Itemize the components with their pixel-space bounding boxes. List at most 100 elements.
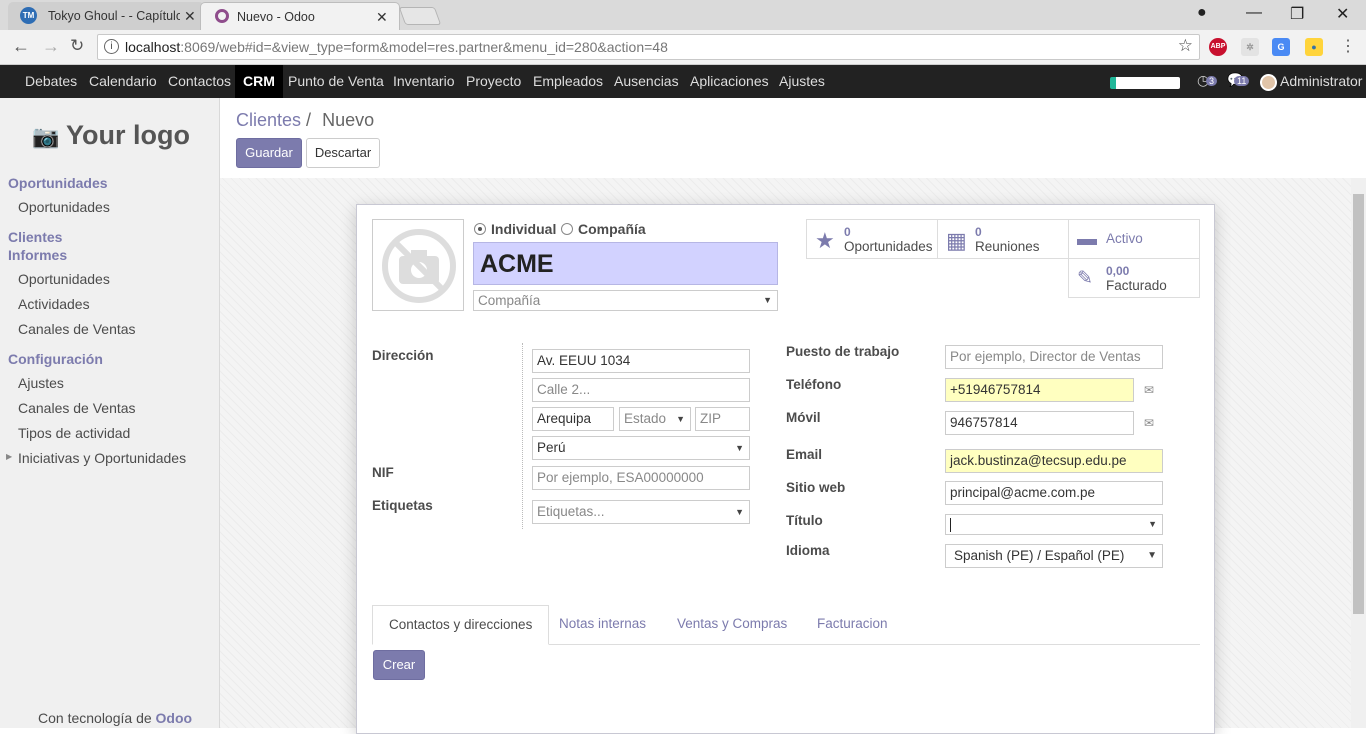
pencil-square-icon: ✎ xyxy=(1077,268,1093,289)
back-arrow-icon[interactable]: ← xyxy=(12,36,30,57)
url-host: localhost xyxy=(125,39,181,55)
vat-input[interactable]: Por ejemplo, ESA00000000 xyxy=(532,466,750,490)
menu-debates[interactable]: Debates xyxy=(17,65,85,98)
zip-input[interactable]: ZIP xyxy=(695,407,750,431)
info-icon[interactable]: i xyxy=(104,39,119,54)
meetings-label: Reuniones xyxy=(975,239,1040,254)
restore-icon[interactable]: ❐ xyxy=(1290,4,1304,24)
bookmark-star-icon[interactable]: ☆ xyxy=(1178,36,1193,56)
radio-individual[interactable]: Individual xyxy=(474,221,556,237)
odoo-favicon-icon xyxy=(215,9,229,23)
menu-ajustes[interactable]: Ajustes xyxy=(771,65,833,98)
reload-icon[interactable]: ↻ xyxy=(70,36,84,56)
sidebar-item-config-canales-de-ventas[interactable]: Canales de Ventas xyxy=(18,400,136,416)
sidebar-item-canales-de-ventas[interactable]: Canales de Ventas xyxy=(18,321,136,337)
url-text: localhost:8069/web#id=&view_type=form&mo… xyxy=(125,39,668,55)
close-tab-icon[interactable]: ✕ xyxy=(184,2,196,30)
company-logo[interactable]: Your logo xyxy=(66,120,190,151)
main-content: Clientes / Nuevo Guardar Descartar Indiv… xyxy=(220,98,1366,734)
odoo-main-menu: Debates Calendario Contactos CRM Punto d… xyxy=(0,65,1366,98)
company-select[interactable]: Compañía ▼ xyxy=(473,290,778,311)
sidebar-heading-configuracion[interactable]: Configuración xyxy=(8,351,103,367)
profile-icon[interactable]: ● xyxy=(1197,4,1207,22)
sidebar-item-actividades[interactable]: Actividades xyxy=(18,296,90,312)
invoiced-label: Facturado xyxy=(1106,278,1167,293)
mobile-input[interactable]: 946757814 xyxy=(945,411,1134,435)
sidebar-heading-clientes[interactable]: Clientes xyxy=(8,229,62,245)
tags-label: Etiquetas xyxy=(372,498,433,513)
invoiced-stat-button[interactable]: ✎ 0,00 Facturado xyxy=(1068,258,1200,298)
send-sms-icon[interactable]: ✉ xyxy=(1144,383,1154,397)
save-button[interactable]: Guardar xyxy=(236,138,302,168)
country-select[interactable]: Perú ▼ xyxy=(532,436,750,460)
menu-punto-de-venta[interactable]: Punto de Venta xyxy=(280,65,392,98)
sidebar-item-ajustes[interactable]: Ajustes xyxy=(18,375,64,391)
menu-crm[interactable]: CRM xyxy=(235,65,283,98)
tags-select[interactable]: Etiquetas... ▼ xyxy=(532,500,750,524)
language-select[interactable]: Spanish (PE) / Español (PE) ▼ xyxy=(945,544,1163,568)
url-input[interactable]: i localhost:8069/web#id=&view_type=form&… xyxy=(97,34,1200,60)
new-tab-button[interactable] xyxy=(398,7,442,25)
sidebar-item-oportunidades[interactable]: Oportunidades xyxy=(18,199,110,215)
tab-notas-internas[interactable]: Notas internas xyxy=(543,605,662,645)
sidebar-item-tipos-de-actividad[interactable]: Tipos de actividad xyxy=(18,425,130,441)
forward-arrow-icon[interactable]: → xyxy=(42,36,60,57)
website-input[interactable]: principal@acme.com.pe xyxy=(945,481,1163,505)
chevron-down-icon: ▼ xyxy=(735,507,744,517)
job-input[interactable]: Por ejemplo, Director de Ventas xyxy=(945,345,1163,369)
odoo-link[interactable]: Odoo xyxy=(156,710,193,726)
menu-aplicaciones[interactable]: Aplicaciones xyxy=(682,65,777,98)
close-window-icon[interactable]: ✕ xyxy=(1336,4,1349,24)
street-input[interactable]: Av. EEUU 1034 xyxy=(532,349,750,373)
sidebar-item-informes-oportunidades[interactable]: Oportunidades xyxy=(18,271,110,287)
browser-tab-title: Tokyo Ghoul - - Capítulo xyxy=(48,9,180,23)
menu-contactos[interactable]: Contactos xyxy=(160,65,239,98)
phone-input[interactable]: +51946757814 xyxy=(945,378,1134,402)
email-input[interactable]: jack.bustinza@tecsup.edu.pe xyxy=(945,449,1163,473)
breadcrumb-clientes[interactable]: Clientes xyxy=(236,110,301,130)
menu-inventario[interactable]: Inventario xyxy=(385,65,462,98)
city-input[interactable]: Arequipa xyxy=(532,407,614,431)
tab-ventas-y-compras[interactable]: Ventas y Compras xyxy=(661,605,803,645)
language-value: Spanish (PE) / Español (PE) xyxy=(954,548,1125,563)
tab-contactos-y-direcciones[interactable]: Contactos y direcciones xyxy=(372,605,550,645)
opportunities-stat-button[interactable]: ★ 0 Oportunidades xyxy=(806,219,938,259)
extension-gear-icon[interactable]: ✲ xyxy=(1241,38,1259,56)
name-field[interactable]: ACME xyxy=(473,242,778,285)
title-label: Título xyxy=(786,513,823,528)
loading-progress-bar xyxy=(1110,77,1180,89)
translate-icon[interactable]: G xyxy=(1272,38,1290,56)
minimize-icon[interactable]: — xyxy=(1246,4,1262,22)
browser-tab-odoo[interactable]: Nuevo - Odoo ✕ xyxy=(200,2,400,30)
street2-input[interactable]: Calle 2... xyxy=(532,378,750,402)
send-sms-icon[interactable]: ✉ xyxy=(1144,416,1154,430)
expand-caret-icon[interactable]: ▶ xyxy=(6,452,12,461)
create-contact-button[interactable]: Crear xyxy=(373,650,425,680)
menu-calendario[interactable]: Calendario xyxy=(81,65,165,98)
active-toggle-button[interactable]: ▬ Activo xyxy=(1068,219,1200,259)
user-menu[interactable]: Administrator xyxy=(1272,65,1366,98)
partner-image[interactable] xyxy=(372,219,464,311)
menu-empleados[interactable]: Empleados xyxy=(525,65,611,98)
tab-facturacion[interactable]: Facturacion xyxy=(801,605,904,645)
sidebar-heading-oportunidades[interactable]: Oportunidades xyxy=(8,175,108,191)
title-select[interactable]: ▼ xyxy=(945,514,1163,535)
scrollbar[interactable] xyxy=(1351,178,1366,728)
radio-company[interactable]: Compañía xyxy=(561,221,646,237)
discard-button[interactable]: Descartar xyxy=(306,138,380,168)
adblock-icon[interactable]: ABP xyxy=(1209,38,1227,56)
website-label: Sitio web xyxy=(786,480,846,495)
python-icon[interactable]: ● xyxy=(1305,38,1323,56)
meetings-stat-button[interactable]: ▦ 0 Reuniones xyxy=(937,219,1069,259)
state-select[interactable]: Estado ▼ xyxy=(619,407,691,431)
star-icon: ★ xyxy=(815,228,835,253)
scrollbar-thumb[interactable] xyxy=(1353,194,1364,614)
menu-proyecto[interactable]: Proyecto xyxy=(458,65,529,98)
browser-tab-tokyo-ghoul[interactable]: TM Tokyo Ghoul - - Capítulo ✕ xyxy=(8,2,204,30)
chrome-menu-icon[interactable]: ⋮ xyxy=(1340,36,1356,56)
language-label: Idioma xyxy=(786,543,830,558)
sidebar-heading-informes[interactable]: Informes xyxy=(8,247,67,263)
close-tab-icon[interactable]: ✕ xyxy=(376,3,388,31)
menu-ausencias[interactable]: Ausencias xyxy=(606,65,687,98)
sidebar-item-iniciativas-y-oportunidades[interactable]: Iniciativas y Oportunidades xyxy=(18,450,186,466)
